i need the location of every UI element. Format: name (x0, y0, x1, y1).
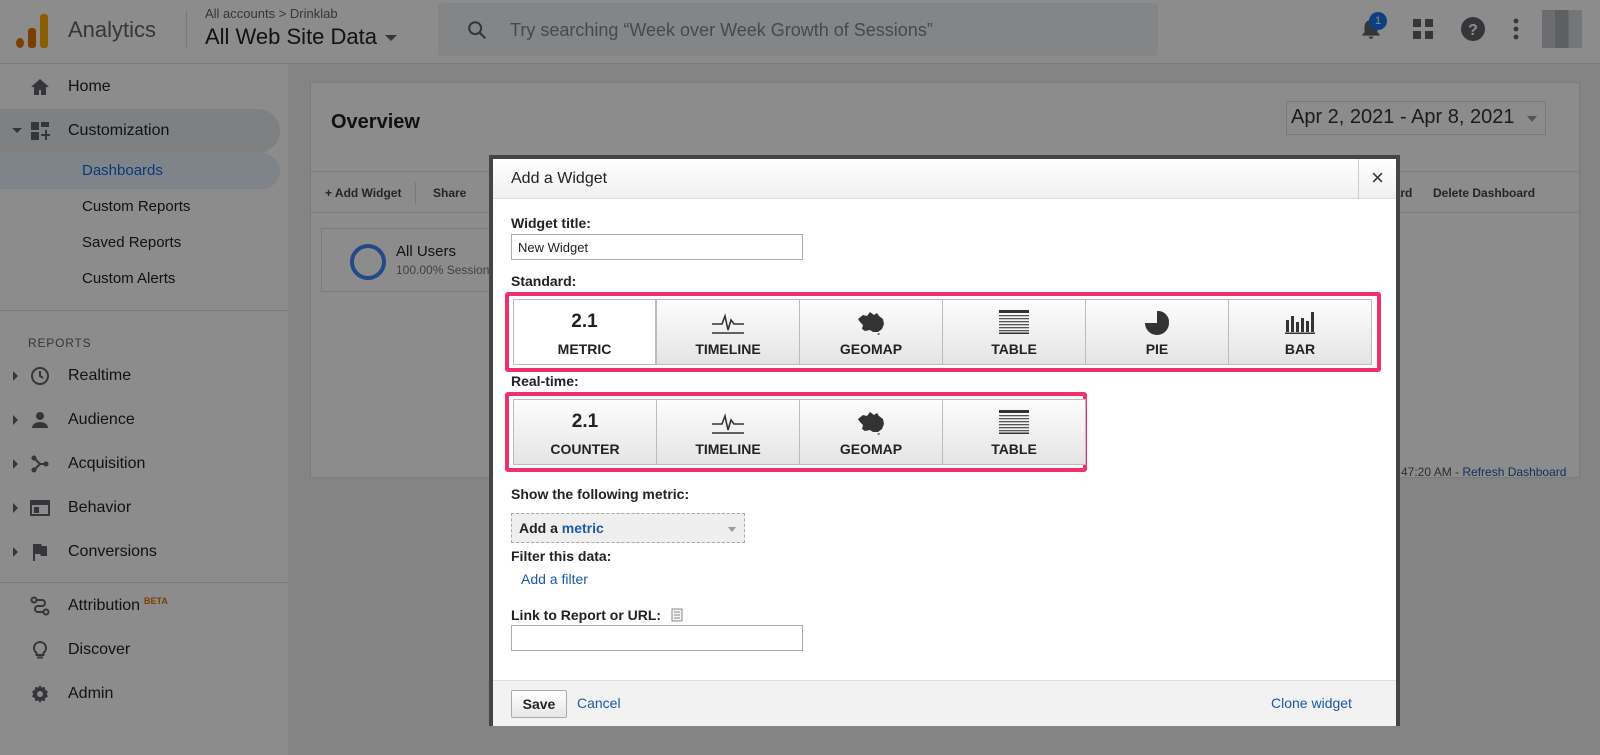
bar-widget-button[interactable]: BAR (1228, 299, 1372, 365)
standard-widget-types: 2.1 METRIC TIMELINE GEOMAP TABLE PIE BAR (513, 299, 1372, 365)
metric-widget-button[interactable]: 2.1 METRIC (513, 299, 657, 365)
table-icon (999, 410, 1029, 434)
filter-label: Filter this data: (511, 548, 612, 564)
widget-type-label: METRIC (557, 341, 612, 357)
widget-type-label: TIMELINE (695, 341, 761, 357)
widget-title-input[interactable] (511, 234, 803, 260)
widget-type-label: GEOMAP (839, 341, 903, 357)
counter-widget-button[interactable]: 2.1 COUNTER (513, 399, 657, 465)
caret-down-icon (728, 527, 736, 532)
counter-glyph-text: 2.1 (571, 411, 599, 432)
save-button[interactable]: Save (511, 690, 567, 718)
metric-dropdown[interactable]: Add a metric (511, 513, 745, 543)
widget-type-label: TABLE (991, 441, 1037, 457)
table-widget-button[interactable]: TABLE (942, 299, 1086, 365)
realtime-widget-types: 2.1 COUNTER TIMELINE GEOMAP TABLE (513, 399, 1086, 465)
widget-type-label: PIE (1145, 341, 1169, 357)
standard-label: Standard: (511, 273, 577, 289)
dialog-footer: Save Cancel Clone widget (493, 680, 1396, 726)
dialog-header: Add a Widget × (493, 159, 1396, 199)
timeline-icon (712, 413, 744, 434)
realtime-table-widget-button[interactable]: TABLE (942, 399, 1086, 465)
geomap-widget-button[interactable]: GEOMAP (799, 299, 943, 365)
widget-type-label: BAR (1284, 341, 1316, 357)
widget-type-label: GEOMAP (839, 441, 903, 457)
pie-icon (1145, 311, 1169, 335)
metric-link: metric (561, 520, 604, 536)
metric-label: Show the following metric: (511, 486, 690, 502)
clone-widget-link[interactable]: Clone widget (1271, 695, 1352, 711)
metric-number-icon: 2.1 (514, 310, 655, 334)
link-url-label: Link to Report or URL: (511, 607, 683, 623)
realtime-timeline-widget-button[interactable]: TIMELINE (656, 399, 800, 465)
pie-widget-button[interactable]: PIE (1085, 299, 1229, 365)
widget-type-label: TABLE (991, 341, 1037, 357)
bar-chart-icon (1285, 312, 1315, 334)
timeline-widget-button[interactable]: TIMELINE (656, 299, 800, 365)
add-filter-link[interactable]: Add a filter (521, 571, 588, 587)
metric-prefix: Add a (519, 520, 558, 536)
widget-title-label: Widget title: (511, 215, 591, 231)
geomap-icon (858, 412, 884, 435)
counter-number-icon: 2.1 (514, 410, 656, 434)
realtime-geomap-widget-button[interactable]: GEOMAP (799, 399, 943, 465)
cancel-button[interactable]: Cancel (577, 695, 621, 711)
link-url-label-text: Link to Report or URL: (511, 607, 662, 623)
realtime-label: Real-time: (511, 373, 579, 389)
close-button[interactable]: × (1358, 159, 1396, 199)
add-widget-dialog: Add a Widget × Widget title: Standard: 2… (489, 155, 1400, 726)
metric-glyph-text: 2.1 (571, 311, 598, 332)
widget-type-label: TIMELINE (695, 441, 761, 457)
table-icon (999, 310, 1029, 334)
geomap-icon (858, 312, 884, 335)
dialog-title: Add a Widget (511, 170, 608, 187)
link-url-input[interactable] (511, 625, 803, 651)
widget-type-label: COUNTER (550, 441, 620, 457)
timeline-icon (712, 313, 744, 334)
report-page-icon[interactable] (671, 608, 683, 622)
